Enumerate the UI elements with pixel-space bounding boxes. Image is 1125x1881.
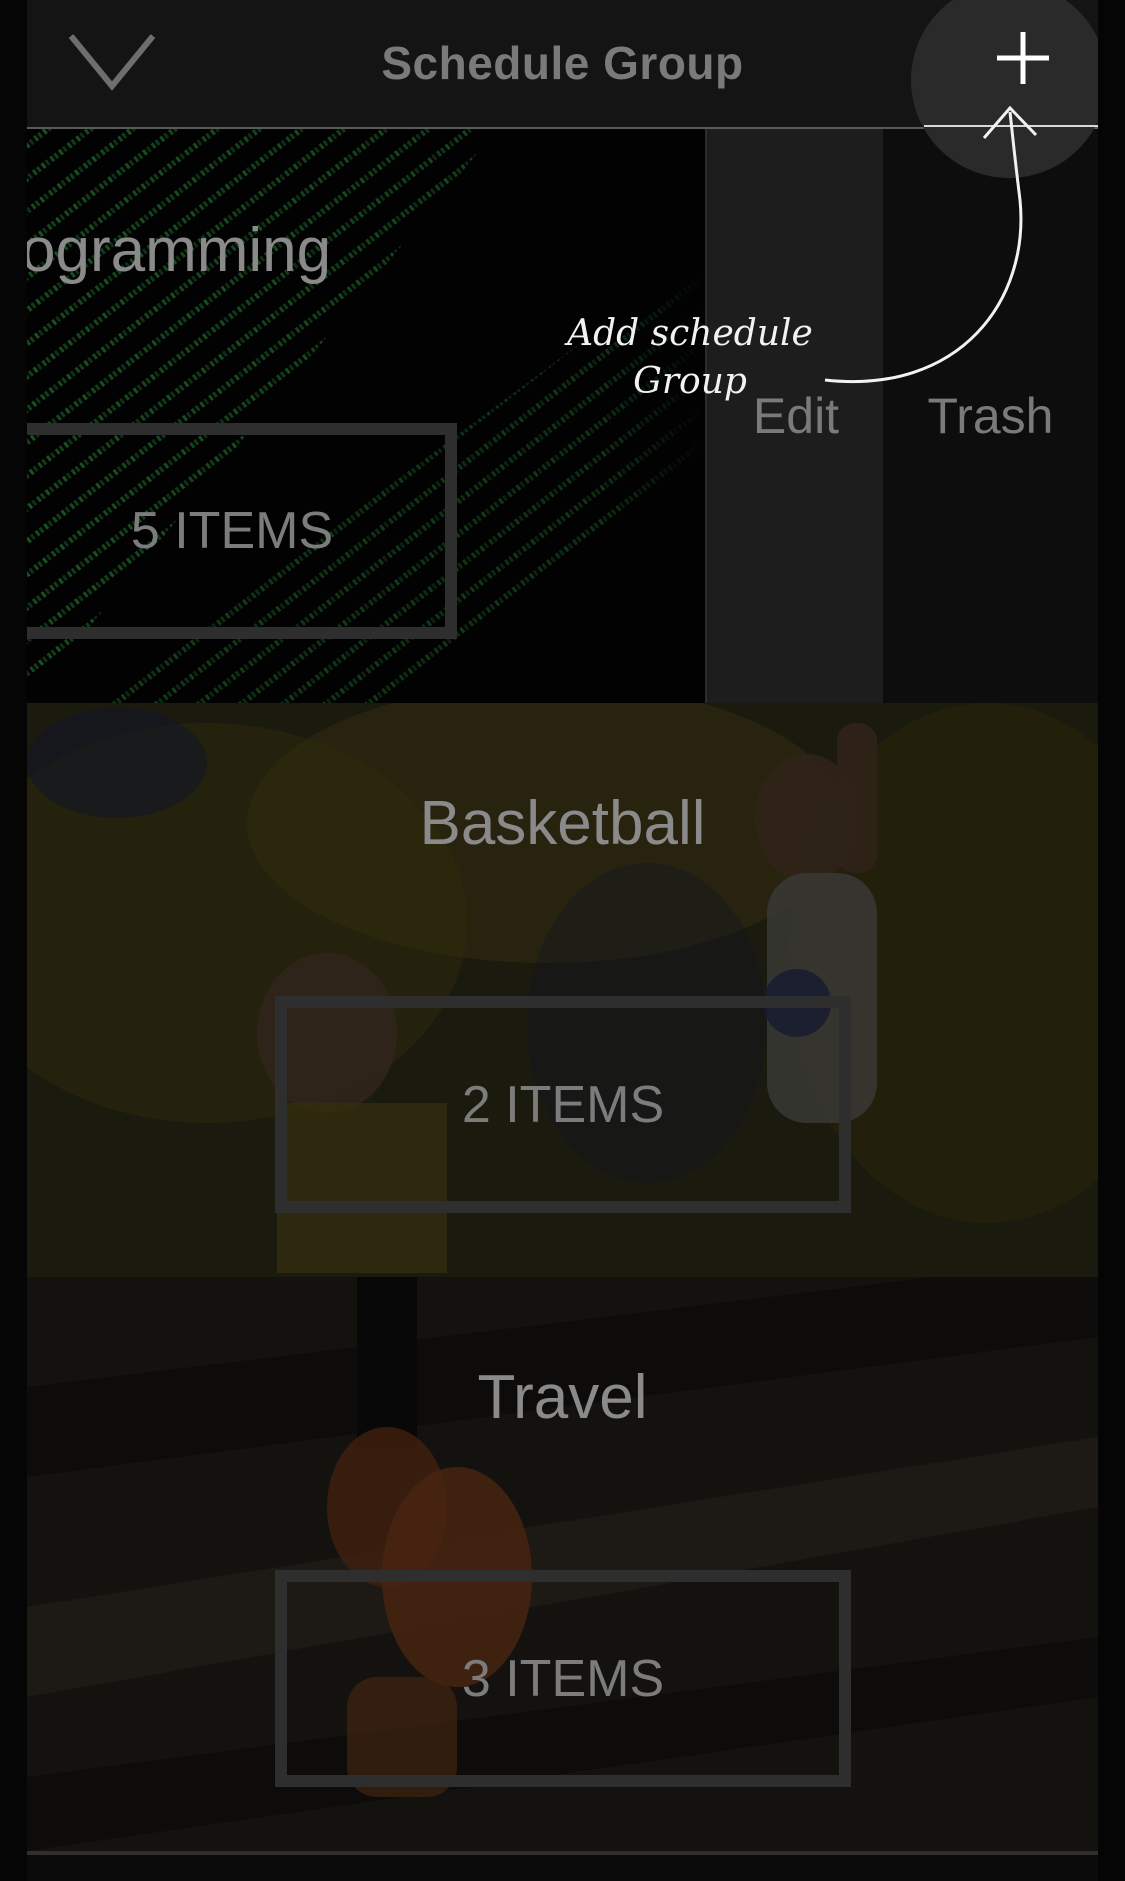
items-count-label: 3 ITEMS xyxy=(461,1649,665,1708)
annotation-line-2: Group xyxy=(633,361,747,402)
bottom-divider xyxy=(27,1851,1098,1855)
group-title: ogramming xyxy=(27,216,332,285)
items-count-button[interactable]: 2 ITEMS xyxy=(275,996,851,1213)
edit-action-button[interactable]: Edit xyxy=(705,129,885,703)
group-title: Travel xyxy=(477,1363,648,1432)
items-count-button[interactable]: 3 ITEMS xyxy=(275,1570,851,1787)
trash-action-label: Trash xyxy=(927,388,1054,444)
header-divider-highlight xyxy=(924,125,1098,127)
group-row-basketball[interactable]: Basketball 2 ITEMS xyxy=(27,703,1098,1277)
plus-icon xyxy=(997,32,1049,84)
trash-action-button[interactable]: Trash xyxy=(883,129,1098,703)
app-screen: Schedule Group ogramming 5 ITEMS Edit Tr… xyxy=(27,0,1098,1881)
group-title: Basketball xyxy=(419,789,706,858)
annotation-line-1: Add schedule xyxy=(567,313,813,354)
group-row-travel[interactable]: Travel 3 ITEMS xyxy=(27,1277,1098,1851)
annotation-text: Add schedule Group xyxy=(560,310,820,406)
items-count-label: 5 ITEMS xyxy=(130,502,334,560)
items-count-label: 2 ITEMS xyxy=(461,1075,665,1134)
items-count-button[interactable]: 5 ITEMS xyxy=(27,423,457,639)
group-row-programming[interactable]: ogramming 5 ITEMS Edit Trash xyxy=(27,129,1098,703)
